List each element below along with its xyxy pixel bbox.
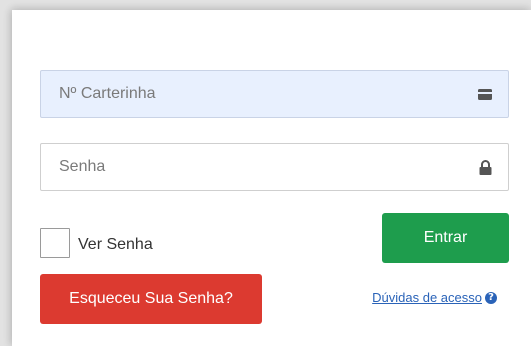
card-number-input[interactable]	[41, 71, 508, 117]
show-password-checkbox[interactable]	[40, 228, 70, 258]
login-card: Ver Senha Entrar Esqueceu Sua Senha? Dúv…	[12, 10, 531, 346]
access-help[interactable]: Dúvidas de acesso ?	[372, 290, 497, 305]
page-background: Ver Senha Entrar Esqueceu Sua Senha? Dúv…	[0, 0, 531, 346]
show-password-label[interactable]: Ver Senha	[78, 232, 153, 254]
access-help-link[interactable]: Dúvidas de acesso	[372, 290, 482, 305]
show-password-row[interactable]: Ver Senha	[40, 228, 153, 258]
password-input[interactable]	[41, 144, 508, 190]
id-card-icon	[478, 87, 492, 101]
card-number-field[interactable]	[40, 70, 509, 118]
forgot-password-button[interactable]: Esqueceu Sua Senha?	[40, 274, 262, 324]
password-field[interactable]	[40, 143, 509, 191]
lock-icon	[478, 159, 492, 175]
question-circle-icon[interactable]: ?	[485, 291, 497, 304]
enter-button[interactable]: Entrar	[382, 213, 509, 263]
